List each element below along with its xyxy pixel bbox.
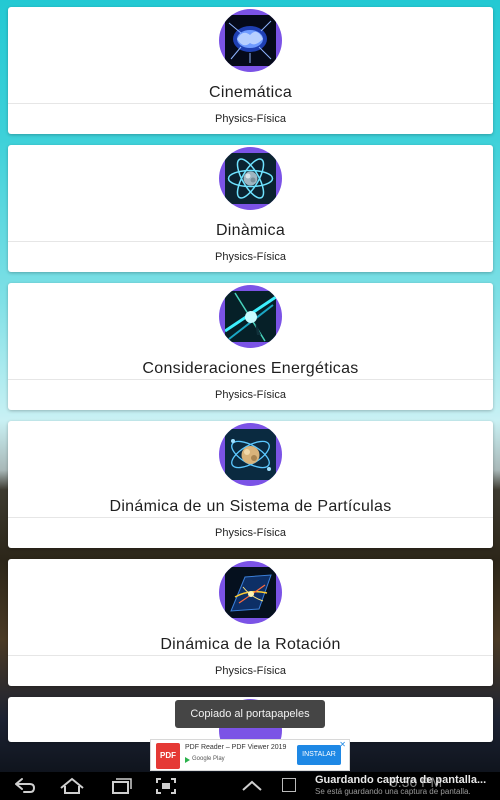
recent-apps-icon[interactable] xyxy=(106,776,134,796)
card-subtitle: Physics-Física xyxy=(215,113,286,125)
topic-card-consideraciones-energeticas[interactable]: Consideraciones Energéticas Physics-Físi… xyxy=(8,283,493,410)
card-title: Dinàmica xyxy=(215,222,286,239)
card-subtitle: Physics-Física xyxy=(215,251,286,263)
image-notification-icon xyxy=(282,778,296,792)
pdf-app-icon: PDF xyxy=(156,743,180,769)
home-icon[interactable] xyxy=(58,776,86,796)
card-title: Cinemática xyxy=(208,84,293,101)
ad-title: PDF Reader – PDF Viewer 2019 xyxy=(185,744,287,751)
card-title: Consideraciones Energéticas xyxy=(142,360,359,377)
topic-avatar xyxy=(219,561,282,624)
back-icon[interactable] xyxy=(10,776,38,796)
notification-title: Guardando captura de pantalla... xyxy=(315,774,487,786)
topic-avatar xyxy=(219,285,282,348)
topic-avatar xyxy=(219,423,282,486)
card-title: Dinámica de un Sistema de Partículas xyxy=(109,498,392,515)
topic-card-dinamica-rotacion[interactable]: Dinámica de la Rotación Physics-Física xyxy=(8,559,493,686)
card-subtitle: Physics-Física xyxy=(215,527,286,539)
particle-collision-icon xyxy=(225,567,276,618)
chevron-up-icon[interactable] xyxy=(238,776,266,796)
ad-store: Google Play xyxy=(192,756,225,762)
topic-avatar xyxy=(219,9,282,72)
topic-card-cinematica[interactable]: Cinemática Physics-Física xyxy=(8,7,493,134)
ad-banner[interactable]: PDF PDF Reader – PDF Viewer 2019 Google … xyxy=(150,739,350,771)
ad-close-icon[interactable]: ✕ xyxy=(339,740,346,749)
clipboard-toast: Copiado al portapapeles xyxy=(175,700,325,728)
card-subtitle: Physics-Física xyxy=(215,389,286,401)
card-subtitle: Physics-Física xyxy=(215,665,286,677)
atom-icon xyxy=(225,153,276,204)
energy-beam-icon xyxy=(225,291,276,342)
pdf-app-icon-label: PDF xyxy=(160,751,176,760)
brain-icon xyxy=(225,15,276,66)
topic-card-sistema-particulas[interactable]: Dinámica de un Sistema de Partículas Phy… xyxy=(8,421,493,548)
notification-subtitle: Se está guardando una captura de pantall… xyxy=(315,787,471,796)
google-play-icon xyxy=(185,757,190,763)
install-button[interactable]: INSTALAR xyxy=(297,745,341,765)
card-title: Dinámica de la Rotación xyxy=(160,636,341,653)
topic-avatar xyxy=(219,147,282,210)
screenshot-notification[interactable]: Guardando captura de pantalla... Se está… xyxy=(315,772,500,800)
topic-card-dinamica[interactable]: Dinàmica Physics-Física xyxy=(8,145,493,272)
particle-system-icon xyxy=(225,429,276,480)
screenshot-icon[interactable] xyxy=(152,776,180,796)
